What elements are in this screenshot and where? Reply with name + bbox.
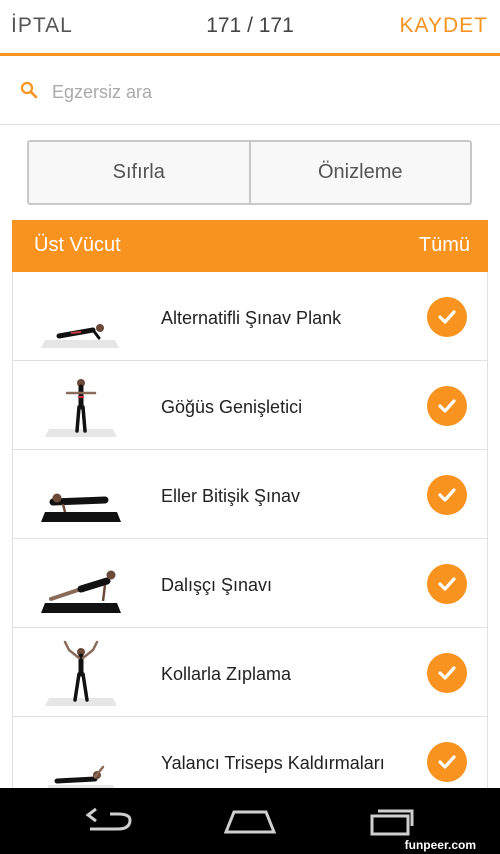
back-icon[interactable] bbox=[82, 806, 138, 836]
checkmark-icon[interactable] bbox=[427, 475, 467, 515]
search-bar bbox=[0, 59, 500, 125]
exercise-thumbnail bbox=[47, 765, 115, 788]
exercise-name: Dalışçı Şınavı bbox=[161, 575, 273, 595]
section-header: Üst Vücut Tümü bbox=[12, 220, 488, 272]
list-item[interactable]: Dalışçı Şınavı bbox=[13, 539, 487, 628]
checkmark-icon[interactable] bbox=[427, 653, 467, 693]
exercise-thumbnail bbox=[41, 493, 121, 522]
home-icon[interactable] bbox=[222, 806, 278, 836]
exercise-thumbnail bbox=[45, 640, 117, 706]
exercise-thumbnail bbox=[41, 324, 119, 348]
section-title: Üst Vücut bbox=[34, 234, 121, 256]
checkmark-icon[interactable] bbox=[427, 564, 467, 604]
recents-icon[interactable] bbox=[362, 806, 418, 836]
search-input[interactable] bbox=[52, 77, 472, 107]
action-button-group: Sıfırla Önizleme bbox=[27, 140, 472, 205]
preview-button[interactable]: Önizleme bbox=[248, 142, 471, 203]
exercise-name: Göğüs Genişletici bbox=[161, 397, 303, 417]
select-all-button[interactable]: Tümü bbox=[419, 234, 470, 257]
save-button[interactable]: KAYDET bbox=[400, 14, 488, 38]
exercise-thumbnail bbox=[41, 570, 121, 613]
search-icon bbox=[20, 81, 38, 99]
list-item[interactable]: Yalancı Triseps Kaldırmaları bbox=[13, 717, 487, 788]
checkmark-icon[interactable] bbox=[427, 742, 467, 782]
checkmark-icon[interactable] bbox=[427, 386, 467, 426]
cancel-button[interactable]: İPTAL bbox=[11, 14, 73, 38]
list-item[interactable]: Alternatifli Şınav Plank bbox=[13, 272, 487, 361]
exercise-thumbnail bbox=[45, 379, 117, 437]
exercise-name: Yalancı Triseps Kaldırmaları bbox=[161, 753, 385, 773]
exercise-list: Alternatifli Şınav Plank Göğüs Genişleti… bbox=[12, 272, 488, 788]
system-navigation-bar: funpeer.com bbox=[0, 788, 500, 854]
watermark-text: funpeer.com bbox=[404, 838, 476, 852]
top-action-bar: İPTAL 171 / 171 KAYDET bbox=[0, 0, 500, 56]
exercise-name: Kollarla Zıplama bbox=[161, 664, 292, 684]
exercise-name: Alternatifli Şınav Plank bbox=[161, 308, 342, 328]
list-item[interactable]: Kollarla Zıplama bbox=[13, 628, 487, 717]
reset-button[interactable]: Sıfırla bbox=[29, 142, 249, 203]
checkmark-icon[interactable] bbox=[427, 297, 467, 337]
list-item[interactable]: Eller Bitişik Şınav bbox=[13, 450, 487, 539]
exercise-name: Eller Bitişik Şınav bbox=[161, 486, 301, 506]
list-item[interactable]: Göğüs Genişletici bbox=[13, 361, 487, 450]
